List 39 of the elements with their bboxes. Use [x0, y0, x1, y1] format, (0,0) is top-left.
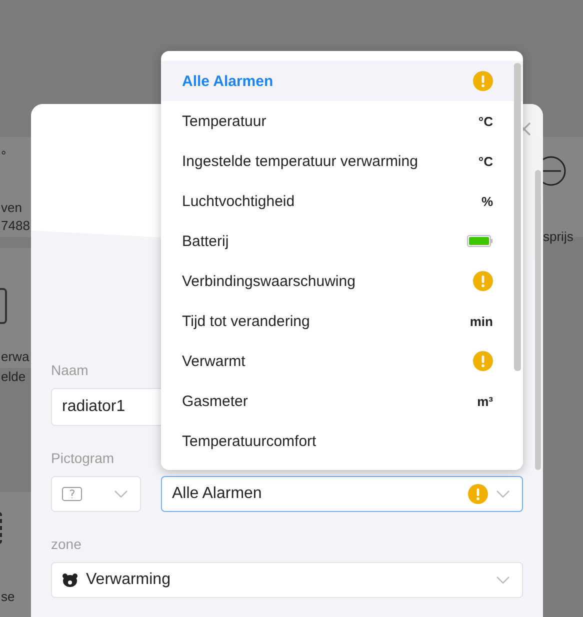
dropdown-option[interactable]: Verbindingswaarschuwing	[161, 261, 523, 301]
unit-label: %	[481, 194, 493, 208]
unit-label: m³	[477, 394, 493, 408]
alarm-select[interactable]: Alle Alarmen	[161, 476, 523, 512]
warning-icon	[473, 271, 493, 291]
scrollbar[interactable]	[514, 63, 521, 371]
card-text: elde	[1, 368, 26, 386]
bear-icon	[62, 573, 78, 587]
chevron-down-icon	[114, 490, 128, 498]
chevron-down-icon	[496, 490, 510, 498]
field-label: Pictogram	[51, 449, 114, 468]
dropdown-option[interactable]: Luchtvochtigheid %	[161, 181, 523, 221]
card-text: 7488	[1, 217, 30, 235]
dropdown-option[interactable]: Verwarmt	[161, 341, 523, 381]
card-text: sprijs	[543, 228, 574, 246]
chevron-down-icon	[496, 576, 510, 584]
card-text: erwa	[1, 348, 30, 366]
dropdown-option[interactable]: Gasmeter m³	[161, 381, 523, 421]
card-text: ven	[1, 199, 22, 217]
dropdown-option[interactable]: Temperatuur °C	[161, 101, 523, 141]
unit-label: min	[470, 314, 493, 328]
dropdown-option[interactable]: Batterij	[161, 221, 523, 261]
icon-select[interactable]	[51, 476, 141, 512]
scrollbar[interactable]	[535, 170, 541, 470]
field-label: Naam	[51, 361, 88, 380]
placeholder-icon	[62, 487, 82, 501]
zone-select[interactable]: Verwarming	[51, 562, 523, 598]
dropdown-option[interactable]: Temperatuurcomfort	[161, 421, 523, 461]
dropdown-option[interactable]: Ingestelde temperatuur verwarming °C	[161, 141, 523, 181]
battery-icon	[467, 235, 493, 247]
dropdown-option[interactable]: Tijd tot verandering min	[161, 301, 523, 341]
unit-label: °C	[478, 114, 493, 128]
card-text: se	[1, 588, 15, 606]
field-label: zone	[51, 535, 82, 554]
warning-icon	[468, 484, 488, 504]
warning-icon	[473, 71, 493, 91]
unit-label: °C	[478, 154, 493, 168]
card-text: °	[1, 147, 6, 165]
warning-icon	[473, 351, 493, 371]
